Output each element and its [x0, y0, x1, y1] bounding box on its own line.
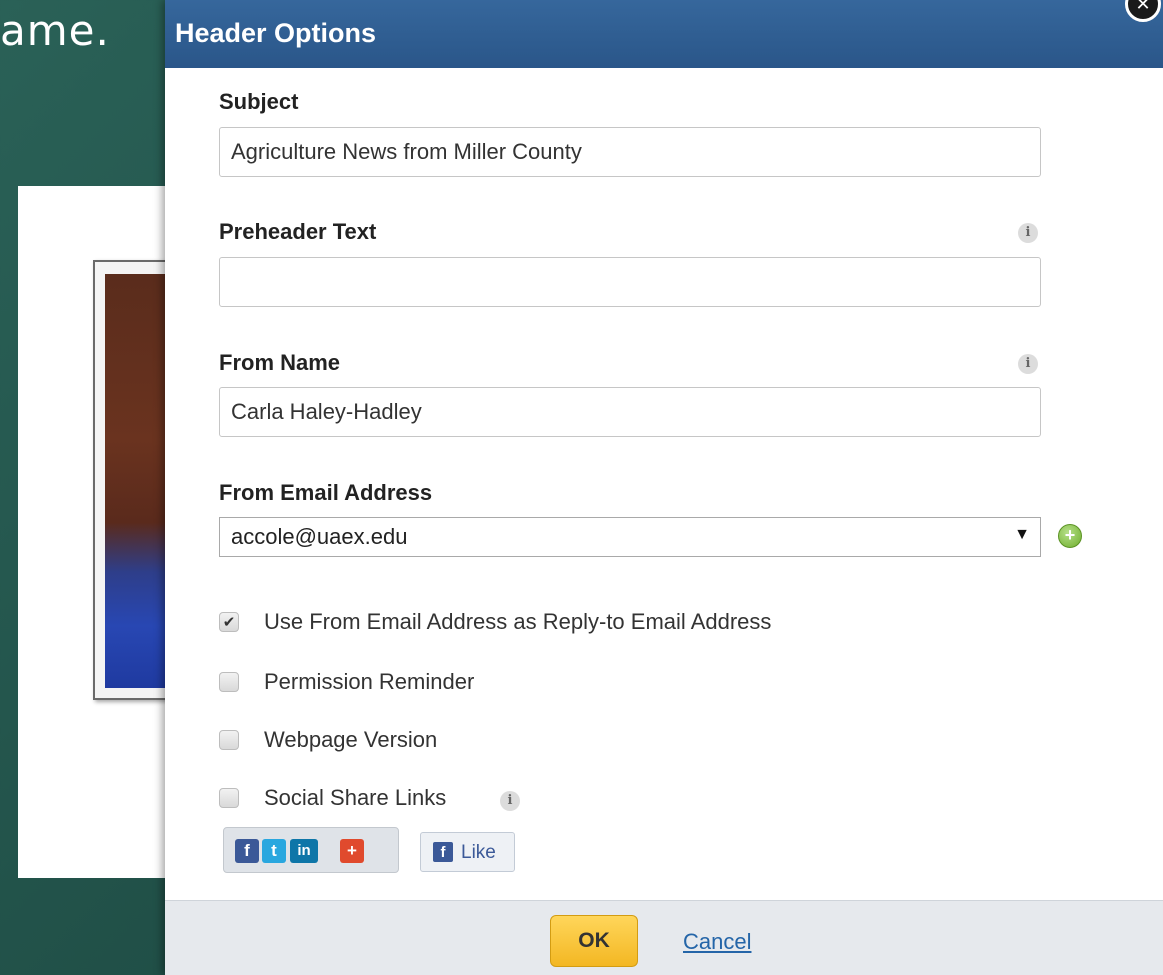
dialog-footer: OK Cancel: [165, 900, 1163, 975]
from-email-select[interactable]: accole@uaex.edu ▼: [219, 517, 1041, 557]
slide-title-fragment: ame.: [0, 6, 110, 55]
twitter-icon: t: [262, 839, 286, 863]
preheader-label: Preheader Text: [219, 219, 377, 244]
close-icon[interactable]: ✕: [1125, 0, 1161, 22]
from-email-label: From Email Address: [219, 480, 433, 505]
facebook-icon: f: [433, 842, 453, 862]
social-share-info-icon[interactable]: i: [500, 791, 520, 811]
social-share-preview: f t in +: [223, 827, 399, 873]
cancel-link[interactable]: Cancel: [683, 929, 751, 955]
like-label: Like: [461, 842, 496, 863]
facebook-icon: f: [235, 839, 259, 863]
dialog-title: Header Options: [175, 18, 377, 48]
ok-button[interactable]: OK: [550, 915, 638, 967]
webpage-version-checkbox[interactable]: [219, 730, 239, 750]
permission-reminder-checkbox[interactable]: [219, 672, 239, 692]
from-name-input[interactable]: [219, 387, 1041, 437]
header-options-dialog: Header Options ✕ Subject Preheader Text …: [165, 0, 1163, 975]
dialog-header: Header Options ✕: [165, 0, 1163, 68]
reply-to-checkbox[interactable]: ✔: [219, 612, 239, 632]
dropdown-arrow-icon: ▼: [1014, 526, 1030, 543]
permission-reminder-label: Permission Reminder: [264, 669, 475, 694]
preheader-input[interactable]: [219, 257, 1041, 307]
from-name-info-icon[interactable]: i: [1018, 354, 1038, 374]
linkedin-icon: in: [290, 839, 318, 863]
social-share-label: Social Share Links: [264, 785, 447, 810]
social-share-checkbox[interactable]: [219, 788, 239, 808]
facebook-like-button: f Like: [420, 832, 515, 872]
google-plus-icon: +: [340, 839, 364, 863]
from-email-selected-value: accole@uaex.edu: [231, 524, 408, 549]
webpage-version-label: Webpage Version: [264, 727, 438, 752]
preheader-info-icon[interactable]: i: [1018, 223, 1038, 243]
subject-label: Subject: [219, 89, 299, 114]
add-email-icon[interactable]: +: [1058, 524, 1082, 548]
from-name-label: From Name: [219, 350, 341, 375]
subject-input[interactable]: [219, 127, 1041, 177]
reply-to-label: Use From Email Address as Reply-to Email…: [264, 609, 772, 634]
